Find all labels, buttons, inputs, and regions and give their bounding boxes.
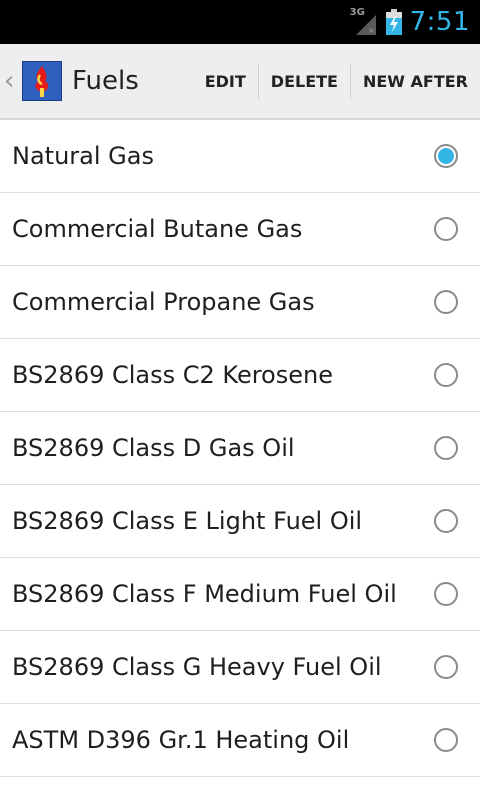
radio-selected-dot [438,148,454,164]
list-item[interactable]: BS2869 Class C2 Kerosene [0,339,480,412]
radio-button[interactable] [434,728,458,752]
radio-button[interactable] [434,290,458,314]
svg-text:×: × [368,26,375,35]
status-icons: 3G × 7:51 [350,0,470,44]
fuel-icon[interactable] [22,61,62,101]
page-title: Fuels [72,66,139,96]
delete-button[interactable]: DELETE [259,44,350,118]
list-item-label: BS2869 Class E Light Fuel Oil [12,507,363,535]
list-item-label: Natural Gas [12,142,154,170]
action-bar: ‹ Fuels EDIT DELETE NEW AFTER [0,44,480,120]
action-buttons: EDIT DELETE NEW AFTER [193,44,480,118]
radio-button[interactable] [434,509,458,533]
list-item[interactable]: BS2869 Class D Gas Oil [0,412,480,485]
chevron-left-icon[interactable]: ‹ [4,66,18,96]
signal-icon: × [355,15,376,35]
clock: 7:51 [409,7,470,37]
radio-button[interactable] [434,363,458,387]
list-item-label: ASTM D396 Gr.1 Heating Oil [12,726,350,754]
battery-charging-icon [385,9,402,35]
list-item-label: BS2869 Class G Heavy Fuel Oil [12,653,382,681]
list-item-label: BS2869 Class D Gas Oil [12,434,295,462]
list-item[interactable]: ASTM D396 Gr.1 Heating Oil [0,704,480,777]
radio-button[interactable] [434,217,458,241]
list-item[interactable]: BS2869 Class E Light Fuel Oil [0,485,480,558]
radio-button[interactable] [434,582,458,606]
list-item-label: BS2869 Class C2 Kerosene [12,361,333,389]
list-item[interactable]: BS2869 Class F Medium Fuel Oil [0,558,480,631]
list-item[interactable]: BS2869 Class G Heavy Fuel Oil [0,631,480,704]
radio-button[interactable] [434,144,458,168]
list-item[interactable]: Natural Gas [0,120,480,193]
new-after-button[interactable]: NEW AFTER [351,44,480,118]
status-bar: 3G × 7:51 [0,0,480,44]
edit-button[interactable]: EDIT [193,44,258,118]
list-item[interactable]: Commercial Butane Gas [0,193,480,266]
radio-button[interactable] [434,655,458,679]
list-item-label: Commercial Butane Gas [12,215,303,243]
radio-button[interactable] [434,436,458,460]
list-item-label: BS2869 Class F Medium Fuel Oil [12,580,397,608]
signal-indicator: 3G × [350,7,378,37]
list-item-label: Commercial Propane Gas [12,288,315,316]
list-item[interactable]: Commercial Propane Gas [0,266,480,339]
fuel-list: Natural Gas Commercial Butane Gas Commer… [0,120,480,777]
